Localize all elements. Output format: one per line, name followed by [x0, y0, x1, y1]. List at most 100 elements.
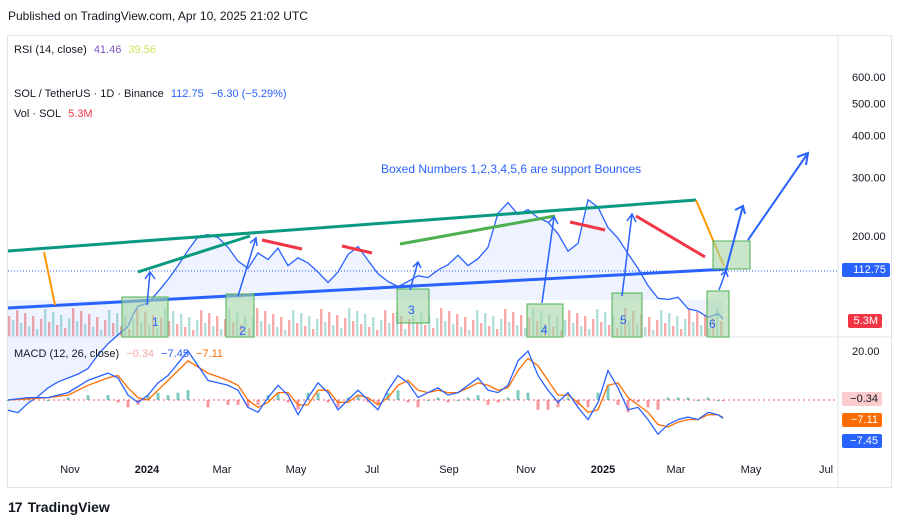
- macd-histogram-bar: [426, 400, 430, 401]
- volume-bar: [268, 324, 271, 336]
- volume-bar: [488, 326, 491, 336]
- macd-histogram-bar: [226, 400, 230, 405]
- time-axis-label: Nov: [516, 464, 536, 476]
- price-axis-label: 200.00: [852, 231, 886, 243]
- time-axis: Nov 2024 Mar May Jul Sep Nov 2025 Mar May Jul: [60, 464, 833, 476]
- volume-bar: [652, 330, 655, 336]
- macd-histogram-bar: [156, 392, 160, 400]
- volume-bar: [348, 308, 351, 336]
- macd-legend[interactable]: MACD (12, 26, close) −0.34 −7.45 −7.11: [14, 348, 227, 360]
- volume-bar: [480, 323, 483, 336]
- volume-bar: [584, 316, 587, 336]
- macd-histogram-bar: [676, 397, 680, 400]
- symbol-price: 112.75: [170, 88, 204, 100]
- volume-bar: [332, 325, 335, 336]
- brand-name: TradingView: [27, 499, 110, 515]
- price-axis-label: 500.00: [852, 98, 886, 110]
- box-label-6: 6: [709, 317, 716, 331]
- macd-histogram-bar: [506, 397, 510, 400]
- time-axis-label: May: [286, 464, 307, 476]
- signal-badge: −7.11: [842, 413, 882, 427]
- macd-histogram-bar: [666, 397, 670, 400]
- macd-histogram-bar: [721, 400, 725, 401]
- macd-histogram-bar: [46, 400, 50, 401]
- target-box: [712, 240, 751, 270]
- volume-bar: [380, 320, 383, 336]
- macd-hist-badge: −0.34: [842, 392, 882, 406]
- macd-badge: −7.45: [842, 434, 882, 448]
- macd-histogram-bar: [166, 395, 170, 400]
- volume-bar: [680, 329, 683, 336]
- macd-histogram-bar: [286, 400, 290, 403]
- rsi-legend[interactable]: RSI (14, close) 41.46 39.56: [14, 44, 160, 56]
- macd-histogram-bar: [526, 392, 530, 400]
- macd-histogram-bar: [646, 400, 650, 408]
- macd-histogram-bar: [436, 397, 440, 400]
- volume-bar: [656, 320, 659, 336]
- bounce-arrow-6: [718, 269, 729, 291]
- symbol-label: SOL / TetherUS · 1D · Binance: [14, 88, 164, 100]
- volume-bar: [664, 323, 667, 336]
- chart-canvas[interactable]: 1 2 3 4 5 6 Boxed Numbers 1,2,3,4,5,6 ar…: [0, 0, 900, 530]
- last-price-badge: 112.75: [842, 263, 890, 277]
- volume-bar: [704, 315, 707, 336]
- volume-bar: [688, 309, 691, 336]
- volume-bar: [460, 327, 463, 336]
- macd-histogram-bar: [126, 400, 130, 408]
- volume-bar: [220, 329, 223, 336]
- macd-label: MACD (12, 26, close): [14, 348, 120, 360]
- time-axis-label: 2025: [591, 464, 615, 476]
- volume-bar: [188, 317, 191, 336]
- volume-bar: [296, 323, 299, 336]
- time-axis-label: 2024: [135, 464, 160, 476]
- volume-bar: [416, 322, 419, 336]
- volume-bar: [292, 310, 295, 336]
- box-label-2: 2: [239, 324, 246, 338]
- volume-bar: [212, 326, 215, 336]
- macd-histogram-bar: [446, 400, 450, 403]
- macd-histogram-bar: [706, 397, 710, 400]
- macd-histogram-bar: [566, 397, 570, 400]
- macd-histogram-bar: [636, 400, 640, 403]
- symbol-legend[interactable]: SOL / TetherUS · 1D · Binance 112.75 −6.…: [14, 88, 291, 100]
- volume-bar: [360, 324, 363, 336]
- macd-histogram-bar: [176, 392, 180, 400]
- macd-histogram-bar: [416, 400, 420, 408]
- rsi-label: RSI (14, close): [14, 44, 87, 56]
- box-label-5: 5: [620, 313, 627, 327]
- volume-bar: [572, 323, 575, 336]
- volume-bar: [592, 319, 595, 336]
- macd-histogram-bar: [536, 400, 540, 410]
- macd-hist-value: −0.34: [126, 348, 155, 360]
- volume-bar: [564, 320, 567, 336]
- volume-bar: [608, 325, 611, 336]
- volume-bar: [324, 322, 327, 336]
- box-label-1: 1: [152, 315, 159, 329]
- volume-bar: [464, 317, 467, 336]
- footer-brand[interactable]: 17 TradingView: [8, 499, 110, 515]
- macd-histogram-bar: [466, 397, 470, 400]
- volume-bar: [384, 310, 387, 336]
- volume-bar: [424, 325, 427, 336]
- macd-histogram-bar: [406, 400, 410, 403]
- down-leg-4: [635, 214, 706, 259]
- box-label-4: 4: [541, 323, 548, 337]
- rsi-value-1: 41.46: [93, 44, 122, 56]
- macd-histogram-bar: [486, 400, 490, 405]
- time-axis-label: Mar: [213, 464, 232, 476]
- support-box-5: [611, 292, 643, 338]
- macd-signal-value: −7.11: [196, 348, 224, 360]
- volume-legend[interactable]: Vol · SOL 5.3M: [14, 108, 97, 120]
- volume-bar: [352, 321, 355, 336]
- volume-bar: [256, 308, 259, 336]
- volume-bar: [284, 330, 287, 336]
- volume-bar: [276, 327, 279, 336]
- volume-bar: [492, 316, 495, 336]
- volume-bar: [300, 313, 303, 336]
- volume-bar: [672, 326, 675, 336]
- support-box-1: [121, 296, 169, 338]
- volume-bar: [500, 319, 503, 336]
- macd-histogram-bar: [656, 400, 660, 410]
- tradingview-logo-icon: 17: [8, 499, 23, 515]
- macd-histogram-bar: [106, 395, 110, 400]
